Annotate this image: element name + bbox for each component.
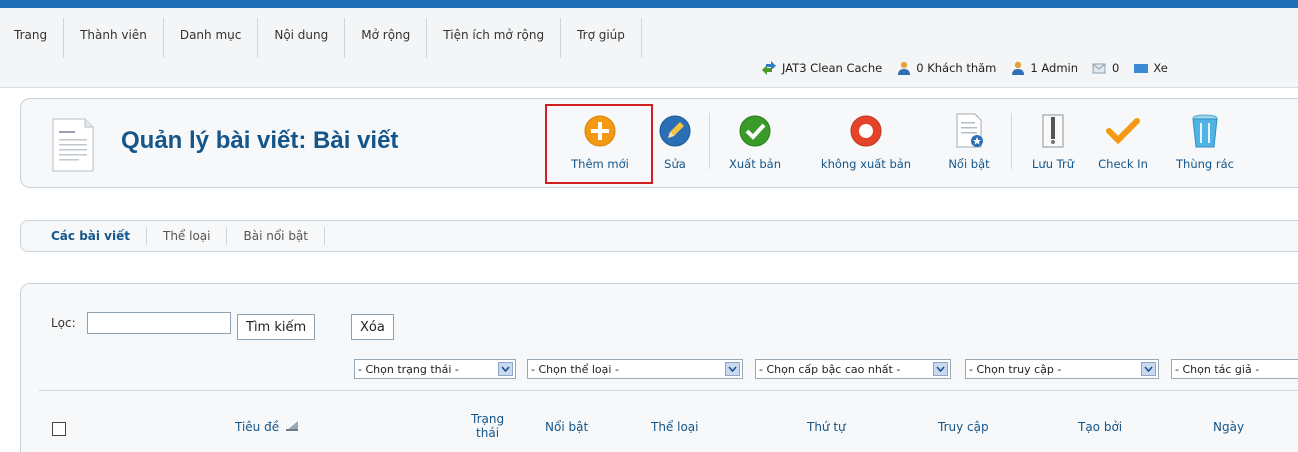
sub-navigation: Các bài viết Thể loại Bài nổi bật [20, 220, 1298, 252]
column-category[interactable]: Thể loại [651, 420, 699, 434]
author-select[interactable]: - Chọn tác giả - [1171, 359, 1298, 379]
trash-button[interactable]: Thùng rác [1165, 107, 1245, 179]
filter-label: Lọc: [51, 316, 76, 330]
admins-label: 1 Admin [1030, 61, 1079, 75]
filter-divider [39, 390, 1298, 391]
top-accent-bar [0, 0, 1298, 8]
menu-item-home[interactable]: Trang [8, 18, 65, 58]
tab-articles[interactable]: Các bài viết [35, 227, 147, 245]
column-access[interactable]: Truy cập [938, 420, 989, 434]
select-all-checkbox[interactable] [52, 422, 66, 436]
new-button-label: Thêm mới [571, 157, 629, 171]
chevron-down-icon [933, 362, 948, 376]
status-bar: JAT3 Clean Cache 0 Khách thăm 1 Admin 0 [760, 58, 1182, 78]
check-circle-icon [739, 115, 771, 147]
main-menu: Trang Thành viên Danh mục Nội dung Mở rộ… [8, 18, 642, 58]
status-select[interactable]: - Chọn trạng thái - [354, 359, 516, 379]
cache-arrows-icon [762, 61, 776, 75]
chevron-down-icon [1141, 362, 1156, 376]
view-site-label: Xe [1153, 61, 1168, 75]
menu-item-categories[interactable]: Danh mục [164, 18, 259, 58]
publish-button[interactable]: Xuất bản [723, 107, 787, 179]
access-select[interactable]: - Chọn truy cập - [965, 359, 1159, 379]
column-status-label-line1: Trạng [471, 412, 505, 426]
chevron-down-icon [725, 362, 740, 376]
archive-button-label: Lưu Trữ [1032, 157, 1074, 171]
unpublish-button-label: không xuất bản [820, 157, 912, 171]
menu-item-help[interactable]: Trợ giúp [561, 18, 642, 58]
column-order[interactable]: Thứ tự [807, 420, 846, 434]
chevron-down-icon [498, 362, 513, 376]
edit-button[interactable]: Sửa [653, 107, 697, 179]
toolbar-panel: Quản lý bài viết: Bài viết Thêm mới Sửa [20, 98, 1298, 188]
trash-button-label: Thùng rác [1176, 157, 1234, 171]
level-select[interactable]: - Chọn cấp bậc cao nhất - [755, 359, 951, 379]
messages-label: 0 [1112, 61, 1120, 75]
message-icon [1092, 63, 1106, 74]
messages-count[interactable]: 0 [1092, 61, 1119, 75]
menu-item-components[interactable]: Tiện ích mở rộng [427, 18, 562, 58]
admins-count: 1 Admin [1010, 61, 1078, 75]
tab-featured[interactable]: Bài nổi bật [227, 227, 325, 245]
column-title-label: Tiêu đề [235, 420, 280, 434]
toolbar-separator [1011, 113, 1012, 169]
column-date[interactable]: Ngày [1213, 420, 1244, 434]
category-select-value: - Chọn thể loại - [531, 362, 619, 376]
clean-cache-link[interactable]: JAT3 Clean Cache [760, 61, 882, 75]
column-status-label-line2: thái [476, 426, 500, 440]
category-select[interactable]: - Chọn thể loại - [527, 359, 743, 379]
search-button[interactable]: Tìm kiếm [237, 314, 316, 340]
view-site-icon [1134, 64, 1149, 73]
pencil-circle-icon [659, 115, 691, 147]
stop-circle-icon [850, 115, 882, 147]
tab-categories[interactable]: Thể loại [147, 227, 228, 245]
archive-binder-icon [1042, 114, 1064, 148]
column-title[interactable]: Tiêu đề [235, 420, 298, 434]
menu-item-users[interactable]: Thành viên [64, 18, 164, 58]
edit-button-label: Sửa [664, 157, 686, 171]
clear-button[interactable]: Xóa [351, 314, 394, 340]
archive-button[interactable]: Lưu Trữ [1023, 107, 1083, 179]
page-title: Quản lý bài viết: Bài viết [121, 127, 399, 154]
toolbar-separator [709, 113, 710, 169]
level-select-value: - Chọn cấp bậc cao nhất - [759, 362, 901, 376]
visitors-label: 0 Khách thăm [916, 61, 997, 75]
author-select-value: - Chọn tác giả - [1175, 362, 1260, 376]
visitors-count: 0 Khách thăm [896, 61, 996, 75]
column-status[interactable]: Trạng thái [471, 412, 504, 440]
filter-search-input[interactable] [87, 312, 231, 334]
clean-cache-label: JAT3 Clean Cache [782, 61, 883, 75]
new-button[interactable]: Thêm mới [555, 107, 645, 179]
featured-button[interactable]: Nổi bật [941, 107, 997, 179]
featured-document-icon [956, 113, 983, 148]
column-featured[interactable]: Nổi bật [545, 420, 588, 434]
view-site-link[interactable]: Xe [1133, 61, 1168, 75]
articles-panel: Lọc: Tìm kiếm Xóa - Chọn trạng thái - - … [20, 283, 1298, 452]
sort-icon [285, 421, 298, 431]
article-page-icon [52, 118, 94, 172]
checkin-button-label: Check In [1098, 157, 1148, 171]
checkmark-icon [1106, 118, 1140, 145]
visitors-icon [898, 61, 911, 75]
plus-circle-icon [584, 115, 616, 147]
status-select-value: - Chọn trạng thái - [358, 362, 459, 376]
menu-item-extensions[interactable]: Mở rộng [345, 18, 428, 58]
featured-button-label: Nổi bật [948, 157, 990, 171]
menu-item-content[interactable]: Nội dung [258, 18, 346, 58]
trash-can-icon [1192, 114, 1218, 148]
access-select-value: - Chọn truy cập - [969, 362, 1062, 376]
column-created-by[interactable]: Tạo bởi [1078, 420, 1122, 434]
checkin-button[interactable]: Check In [1091, 107, 1155, 179]
admin-user-icon [1012, 61, 1025, 75]
publish-button-label: Xuất bản [728, 157, 781, 171]
admin-menubar: Trang Thành viên Danh mục Nội dung Mở rộ… [0, 8, 1298, 88]
unpublish-button[interactable]: không xuất bản [801, 107, 931, 179]
